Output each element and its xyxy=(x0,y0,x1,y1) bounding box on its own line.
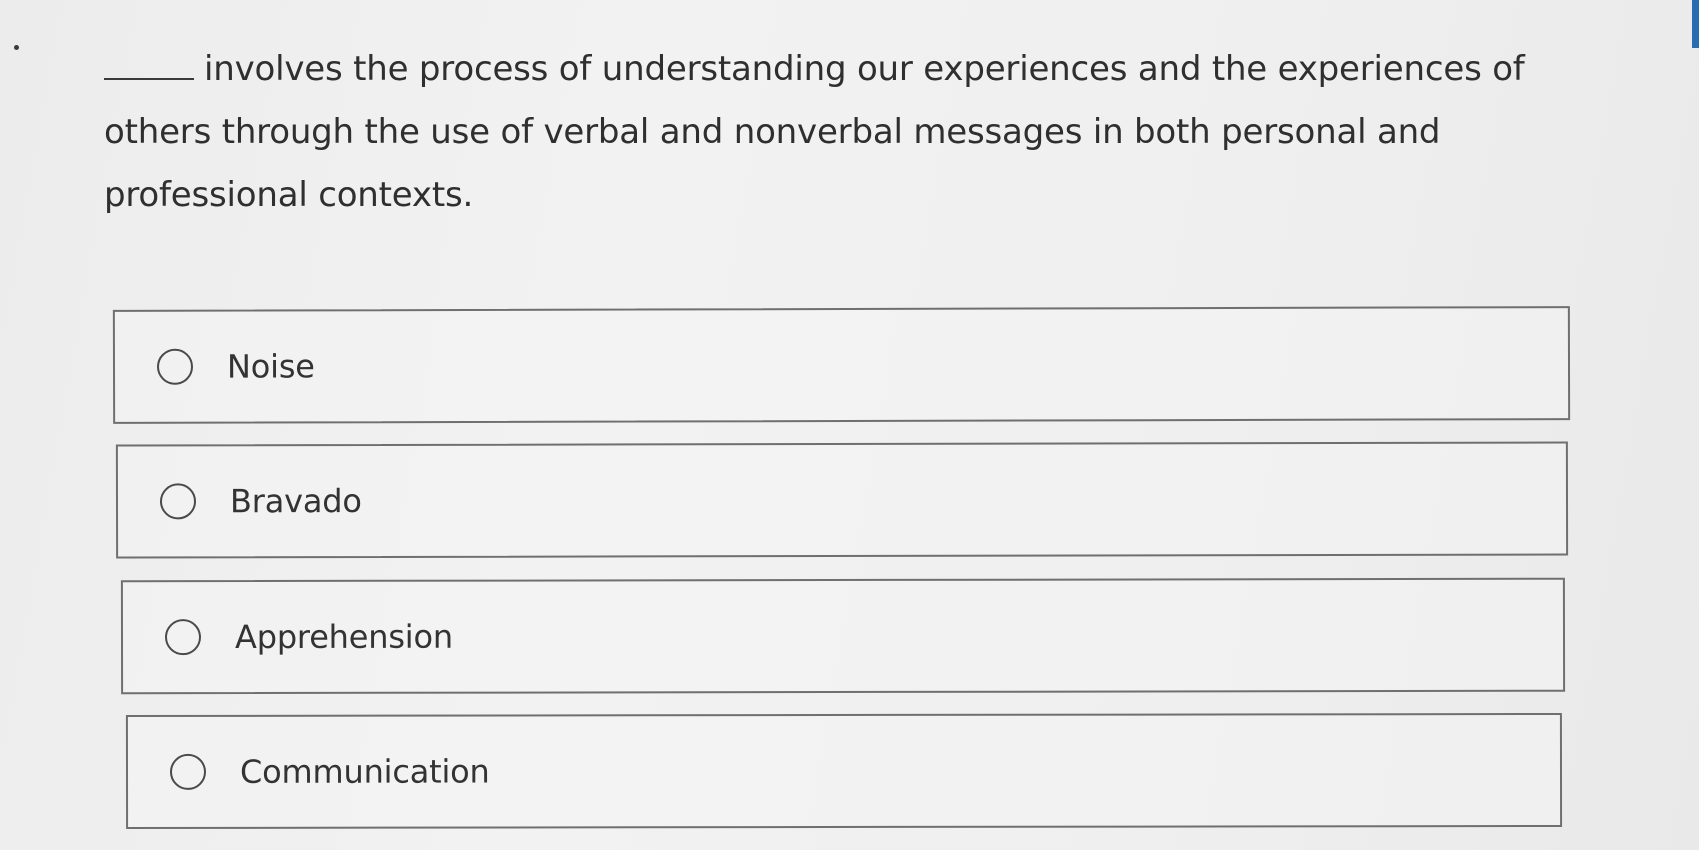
option-label: Apprehension xyxy=(234,617,453,657)
option-apprehension[interactable]: Apprehension xyxy=(120,577,1566,695)
radio-button-icon[interactable] xyxy=(169,753,207,790)
option-label: Bravado xyxy=(229,482,362,521)
answer-options: Noise Bravado Apprehension Communication xyxy=(0,0,1699,850)
radio-button-icon[interactable] xyxy=(164,619,202,656)
radio-button-icon[interactable] xyxy=(156,348,194,385)
option-bravado[interactable]: Bravado xyxy=(115,441,1569,559)
option-communication[interactable]: Communication xyxy=(125,712,1563,830)
option-label: Communication xyxy=(239,752,490,791)
option-noise[interactable]: Noise xyxy=(112,306,1571,424)
option-label: Noise xyxy=(226,347,315,386)
radio-button-icon[interactable] xyxy=(159,483,197,520)
